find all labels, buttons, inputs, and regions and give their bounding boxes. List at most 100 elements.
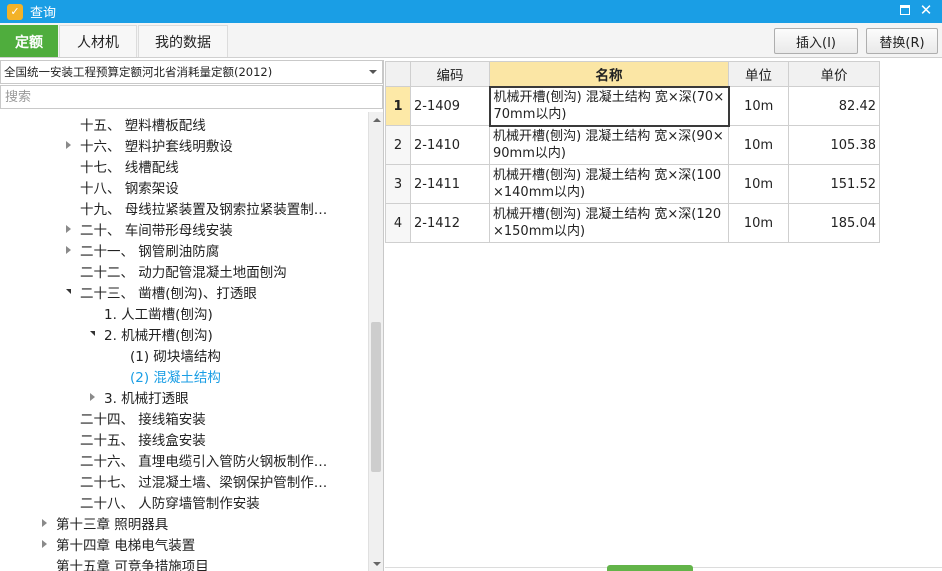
unit-price-cell[interactable]: 105.38 [788,125,880,165]
tree-node[interactable]: 十六、 塑料护套线明敷设 [0,134,368,155]
tree-node[interactable]: 3. 机械打透眼 [0,386,368,407]
quota-name-cell[interactable]: 机械开槽(刨沟) 混凝土结构 宽×深(100×140mm以内) [489,164,729,204]
quota-code-cell[interactable]: 2-1410 [410,125,490,165]
tab-labor-material-machine[interactable]: 人材机 [59,25,137,57]
table-header-row: 编码 名称 单位 单价 [385,61,880,87]
tree-node[interactable]: 二十八、 人防穿墙管制作安装 [0,491,368,512]
table-row[interactable]: 4 2-1412 机械开槽(刨沟) 混凝土结构 宽×深(120×150mm以内) 10… [385,203,880,243]
header-code[interactable]: 编码 [410,61,490,87]
tree-node-label: 二十七、 过混凝土墙、梁钢保护管制作… [80,474,328,491]
tree-node-label: 二十一、 钢管刷油防腐 [80,243,220,260]
collapsed-triangle-icon[interactable] [62,223,74,235]
row-number[interactable]: 4 [385,203,411,243]
tree-node-label: 二十二、 动力配管混凝土地面刨沟 [80,264,287,281]
scroll-down-icon[interactable] [369,556,384,571]
tree-node-label: (2) 混凝土结构 [130,369,221,386]
chevron-down-icon[interactable] [369,70,377,74]
tree-node-label: 二十三、 凿槽(刨沟)、打透眼 [80,285,257,302]
quota-library-select[interactable]: 全国统一安装工程预算定额河北省消耗量定额(2012) [0,60,383,84]
header-rownum [385,61,411,87]
quota-code-cell[interactable]: 2-1411 [410,164,490,204]
tree-node-label: 第十三章 照明器具 [56,516,169,533]
tree-node[interactable]: 二十五、 接线盒安装 [0,428,368,449]
tree-node[interactable]: 第十五章 可竞争措施项目 [0,554,368,571]
tree-node[interactable]: 二十一、 钢管刷油防腐 [0,239,368,260]
tree-node[interactable]: 二十四、 接线箱安装 [0,407,368,428]
tree-node[interactable]: 十九、 母线拉紧装置及钢索拉紧装置制… [0,197,368,218]
tree-node[interactable]: 二十、 车间带形母线安装 [0,218,368,239]
insert-button[interactable]: 插入(I) [774,28,858,54]
collapsed-triangle-icon[interactable] [62,244,74,256]
tree-node-label: 2. 机械开槽(刨沟) [104,327,213,344]
tree-node[interactable]: 第十三章 照明器具 [0,512,368,533]
quota-code-cell[interactable]: 2-1409 [410,86,490,126]
replace-button[interactable]: 替换(R) [866,28,938,54]
tree-node[interactable]: 第十四章 电梯电气装置 [0,533,368,554]
table-row[interactable]: 3 2-1411 机械开槽(刨沟) 混凝土结构 宽×深(100×140mm以内) 10… [385,164,880,204]
unit-cell[interactable]: 10m [728,203,789,243]
header-unit[interactable]: 单位 [728,61,789,87]
tree-node-label: 十五、 塑料槽板配线 [80,117,206,134]
unit-price-cell[interactable]: 151.52 [788,164,880,204]
collapsed-triangle-icon[interactable] [38,517,50,529]
quota-name-cell[interactable]: 机械开槽(刨沟) 混凝土结构 宽×深(120×150mm以内) [489,203,729,243]
chapter-tree: 十五、 塑料槽板配线 十六、 塑料护套线明敷设十七、 线槽配线 十八、 钢索架设十九… [0,112,368,571]
unit-price-cell[interactable]: 82.42 [788,86,880,126]
tree-node[interactable]: 十五、 塑料槽板配线 [0,113,368,134]
tree-node-label: 二十八、 人防穿墙管制作安装 [80,495,260,512]
expanded-triangle-icon[interactable] [86,328,98,340]
panel-splitter-handle[interactable] [607,565,693,571]
table-row[interactable]: 1 2-1409 机械开槽(刨沟) 混凝土结构 宽×深(70×70mm以内) 10m 8… [385,85,880,127]
unit-cell[interactable]: 10m [728,164,789,204]
quota-table: 编码 名称 单位 单价 1 2-1409 机械开槽(刨沟) 混凝土结构 宽×深(70… [385,61,880,243]
collapsed-triangle-icon[interactable] [38,538,50,550]
tree-node-label: (1) 砌块墙结构 [130,348,221,365]
collapsed-triangle-icon[interactable] [62,139,74,151]
quota-grid-panel: 编码 名称 单位 单价 1 2-1409 机械开槽(刨沟) 混凝土结构 宽×深(70… [385,60,942,571]
header-name[interactable]: 名称 [489,61,729,87]
tree-node[interactable]: 2. 机械开槽(刨沟) [0,323,368,344]
tree-node[interactable]: (2) 混凝土结构 [0,365,368,386]
expanded-triangle-icon[interactable] [62,286,74,298]
tree-node[interactable]: 二十三、 凿槽(刨沟)、打透眼 [0,281,368,302]
tree-node-label: 十八、 钢索架设 [80,180,179,197]
tree-node-label: 二十五、 接线盒安装 [80,432,206,449]
quota-name-cell[interactable]: 机械开槽(刨沟) 混凝土结构 宽×深(90×90mm以内) [489,125,729,165]
unit-price-cell[interactable]: 185.04 [788,203,880,243]
tree-node-label: 十七、 线槽配线 [80,159,179,176]
tab-my-data[interactable]: 我的数据 [138,25,228,57]
row-number[interactable]: 2 [385,125,411,165]
tree-node[interactable]: 十七、 线槽配线 [0,155,368,176]
tree-node[interactable]: 二十二、 动力配管混凝土地面刨沟 [0,260,368,281]
close-icon[interactable]: ✕ [919,1,933,19]
quota-library-selected: 全国统一安装工程预算定额河北省消耗量定额(2012) [4,65,273,79]
tree-scrollbar[interactable] [368,112,383,571]
tree-node[interactable]: 二十七、 过混凝土墙、梁钢保护管制作… [0,470,368,491]
tree-node[interactable]: (1) 砌块墙结构 [0,344,368,365]
tree-node-label: 第十五章 可竞争措施项目 [56,558,209,571]
tree-node[interactable]: 1. 人工凿槽(刨沟) [0,302,368,323]
tree-node-label: 3. 机械打透眼 [104,390,189,407]
unit-cell[interactable]: 10m [728,125,789,165]
tree-node[interactable]: 二十六、 直埋电缆引入管防火钢板制作… [0,449,368,470]
row-number[interactable]: 3 [385,164,411,204]
tree-node-label: 二十四、 接线箱安装 [80,411,206,428]
tree-node-label: 十九、 母线拉紧装置及钢索拉紧装置制… [80,201,328,218]
scroll-up-icon[interactable] [369,112,384,127]
scrollbar-thumb[interactable] [371,322,381,472]
quota-code-cell[interactable]: 2-1412 [410,203,490,243]
unit-cell[interactable]: 10m [728,86,789,126]
header-price[interactable]: 单价 [788,61,880,87]
minimize-icon[interactable] [898,3,912,17]
window-title: 查询 [30,6,57,21]
row-number[interactable]: 1 [385,86,411,126]
tree-node-label: 二十六、 直埋电缆引入管防火钢板制作… [80,453,328,470]
tree-node-label: 二十、 车间带形母线安装 [80,222,233,239]
table-row[interactable]: 2 2-1410 机械开槽(刨沟) 混凝土结构 宽×深(90×90mm以内) 10m 1… [385,125,880,165]
tree-node[interactable]: 十八、 钢索架设 [0,176,368,197]
collapsed-triangle-icon[interactable] [86,391,98,403]
tab-quota[interactable]: 定额 [0,25,58,57]
app-logo-icon: ✓ [7,3,23,20]
quota-name-cell[interactable]: 机械开槽(刨沟) 混凝土结构 宽×深(70×70mm以内) [488,85,730,127]
search-input[interactable] [0,85,383,109]
